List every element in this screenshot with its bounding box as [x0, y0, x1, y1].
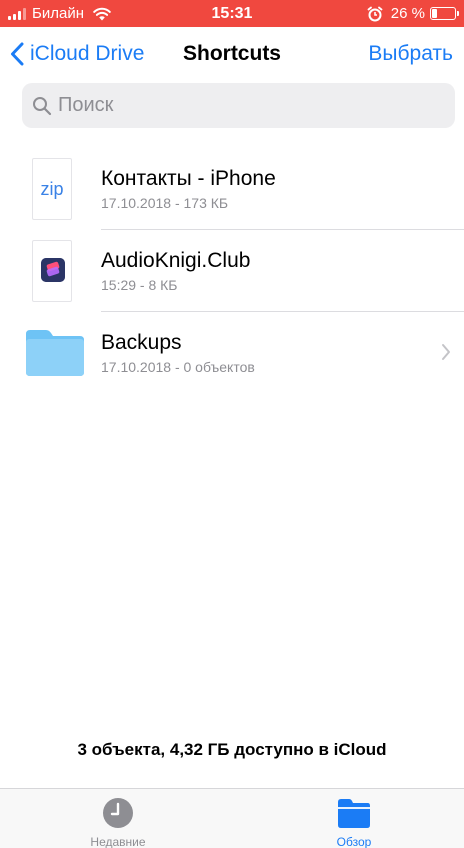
folder-icon: [26, 330, 84, 376]
document-icon: [32, 240, 72, 302]
clock-icon: [103, 798, 133, 828]
shortcuts-app-icon: [41, 258, 65, 282]
battery-level: [432, 9, 437, 18]
file-row-backups[interactable]: Backups 17.10.2018 - 0 объектов: [0, 312, 464, 394]
file-meta: 17.10.2018 - 173 КБ: [101, 195, 229, 211]
shortcut-file-thumbnail: [32, 240, 72, 302]
file-meta: 17.10.2018 - 0 объектов: [101, 359, 255, 375]
search-input[interactable]: [58, 94, 438, 117]
file-row-contacts[interactable]: zip Контакты - iPhone 17.10.2018 - 173 К…: [0, 148, 464, 230]
status-bar: Билайн 15:31 26 %: [0, 0, 464, 27]
back-button-label: iCloud Drive: [30, 42, 145, 65]
chevron-left-icon: [11, 42, 24, 66]
zip-file-thumbnail: zip: [32, 158, 72, 220]
file-list: zip Контакты - iPhone 17.10.2018 - 173 К…: [0, 148, 464, 394]
navigation-bar: iCloud Drive Shortcuts Выбрать: [0, 27, 464, 81]
back-button[interactable]: iCloud Drive: [10, 27, 144, 81]
wifi-icon: [93, 7, 111, 21]
file-name: Backups: [101, 331, 182, 354]
carrier-name: Билайн: [32, 5, 84, 22]
search-icon: [33, 96, 52, 115]
status-right: 26 %: [367, 0, 459, 27]
tab-browse[interactable]: Обзор: [294, 797, 414, 848]
document-icon: zip: [32, 158, 72, 220]
file-row-audioknigi[interactable]: AudioKnigi.Club 15:29 - 8 КБ: [0, 230, 464, 312]
tab-recent[interactable]: Недавние: [58, 797, 178, 848]
file-name: AudioKnigi.Club: [101, 249, 251, 272]
select-button[interactable]: Выбрать: [368, 27, 453, 81]
zip-label: zip: [40, 179, 64, 199]
chevron-right-icon: [442, 344, 450, 360]
folder-icon: [338, 799, 370, 828]
alarm-icon: [367, 6, 383, 21]
search-bar[interactable]: [22, 83, 455, 128]
battery-icon: [430, 7, 459, 20]
file-meta: 15:29 - 8 КБ: [101, 277, 178, 293]
tab-browse-label: Обзор: [336, 835, 372, 848]
storage-summary: 3 объекта, 4,32 ГБ доступно в iCloud: [77, 740, 387, 759]
battery-percent: 26 %: [390, 5, 425, 22]
file-name: Контакты - iPhone: [101, 167, 276, 190]
signal-icon: [8, 7, 26, 20]
tab-bar: Недавние Обзор: [0, 788, 464, 848]
tab-recent-label: Недавние: [90, 835, 146, 848]
status-left: Билайн: [8, 0, 112, 27]
